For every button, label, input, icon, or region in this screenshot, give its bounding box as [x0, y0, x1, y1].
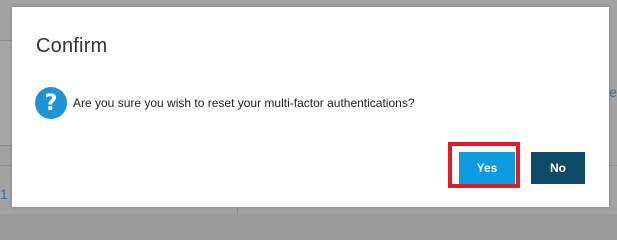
question-icon: ? [35, 87, 67, 119]
background-link: 1 [0, 186, 8, 202]
yes-button[interactable]: Yes [459, 152, 515, 184]
confirm-dialog: Confirm ? Are you sure you wish to reset… [12, 7, 609, 207]
no-button[interactable]: No [531, 152, 585, 184]
dialog-message-row: ? Are you sure you wish to reset your mu… [35, 87, 415, 119]
dialog-message: Are you sure you wish to reset your mult… [73, 96, 415, 110]
background-link: e [609, 84, 617, 100]
dialog-title: Confirm [36, 35, 108, 57]
